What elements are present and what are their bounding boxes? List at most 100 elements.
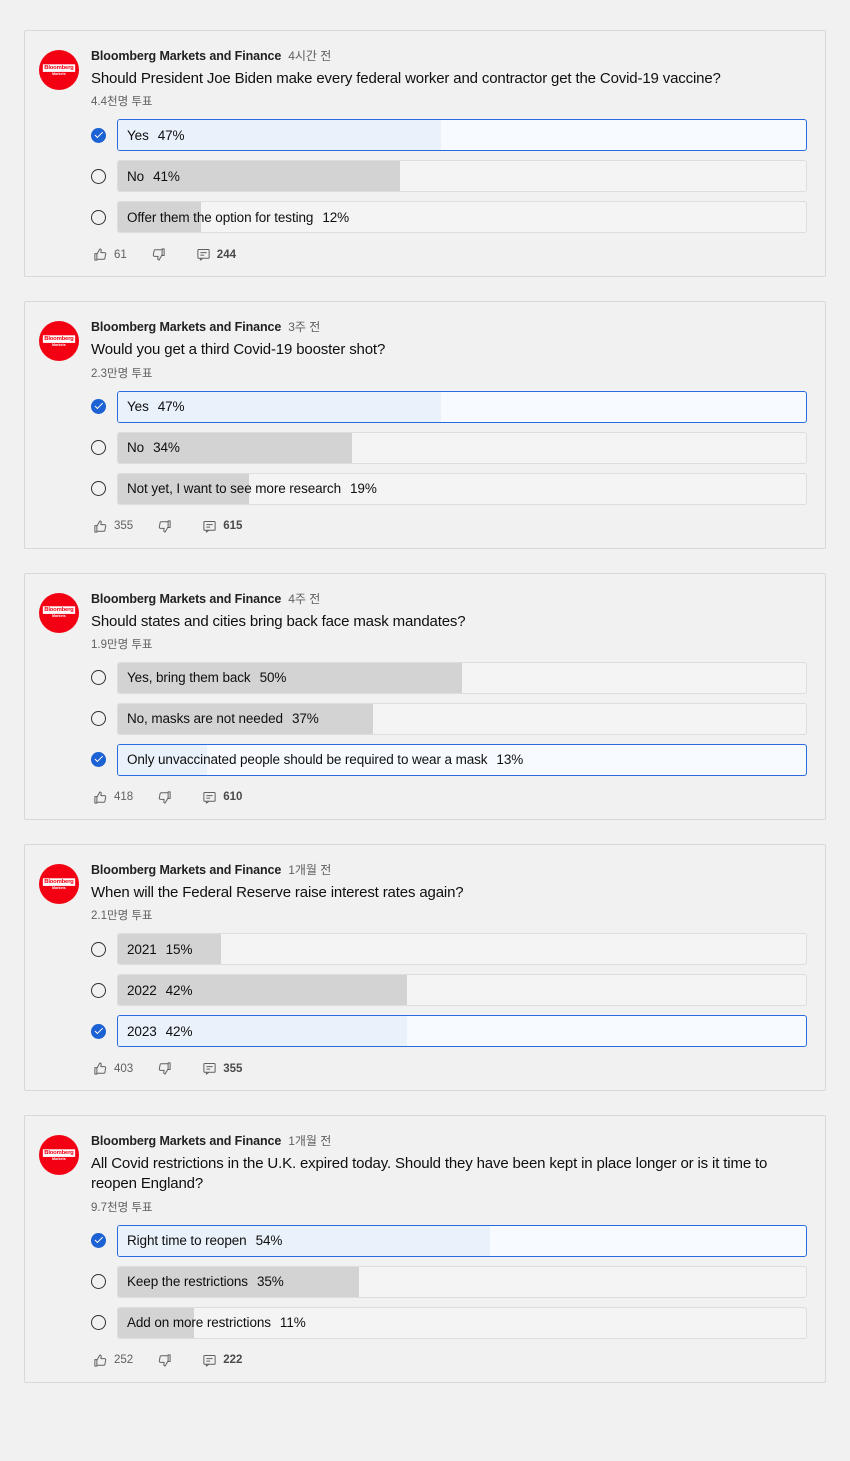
- avatar[interactable]: Bloomberg Markets: [39, 50, 79, 90]
- dislike-group[interactable]: [157, 1061, 178, 1076]
- poll-option-bar[interactable]: Yes 47%: [117, 390, 807, 423]
- comment-group[interactable]: 615: [202, 519, 242, 534]
- thumbs-up-icon[interactable]: [93, 519, 108, 534]
- dislike-group[interactable]: [157, 519, 178, 534]
- thumbs-down-icon[interactable]: [157, 1061, 172, 1076]
- avatar[interactable]: Bloomberg Markets: [39, 1135, 79, 1175]
- poll-option-row[interactable]: Offer them the option for testing 12%: [91, 201, 807, 234]
- poll-option-row[interactable]: 2022 42%: [91, 974, 807, 1006]
- poll-option-bar[interactable]: 2023 42%: [117, 1015, 807, 1047]
- radio-unchecked-icon[interactable]: [91, 711, 106, 727]
- thumbs-down-icon[interactable]: [157, 1353, 172, 1368]
- poll-option-bar[interactable]: Yes, bring them back 50%: [117, 661, 807, 694]
- bloomberg-logo-icon: Bloomberg Markets: [42, 877, 76, 890]
- radio-unchecked-icon[interactable]: [91, 440, 106, 455]
- radio-unchecked-icon[interactable]: [91, 670, 106, 686]
- poll-option-row[interactable]: No, masks are not needed 37%: [91, 702, 807, 735]
- poll-option-text: Only unvaccinated people should be requi…: [118, 752, 523, 767]
- thumbs-up-icon[interactable]: [93, 247, 108, 262]
- poll-option-row[interactable]: Only unvaccinated people should be requi…: [91, 743, 807, 776]
- poll-option-bar[interactable]: 2022 42%: [117, 974, 807, 1006]
- comment-icon[interactable]: [202, 790, 217, 805]
- poll-option-bar[interactable]: 2021 15%: [117, 933, 807, 965]
- comment-count: 244: [216, 248, 236, 261]
- poll-option-bar[interactable]: Add on more restrictions 11%: [117, 1306, 807, 1339]
- poll-meta: Bloomberg Markets and Finance 4주 전: [91, 590, 807, 607]
- like-group[interactable]: 252: [93, 1353, 133, 1368]
- channel-name[interactable]: Bloomberg Markets and Finance: [91, 592, 281, 606]
- poll-option-row[interactable]: Yes 47%: [91, 119, 807, 152]
- poll-option-row[interactable]: No 34%: [91, 431, 807, 464]
- avatar[interactable]: Bloomberg Markets: [39, 592, 79, 633]
- radio-unchecked-icon[interactable]: [91, 168, 106, 184]
- poll-option-bar[interactable]: Right time to reopen 54%: [117, 1224, 807, 1257]
- comment-icon[interactable]: [202, 519, 217, 534]
- avatar[interactable]: Bloomberg Markets: [39, 321, 79, 362]
- radio-unchecked-icon[interactable]: [91, 1315, 106, 1330]
- poll-option-row[interactable]: No 41%: [91, 160, 807, 193]
- poll-option-bar[interactable]: Not yet, I want to see more research 19%: [117, 472, 807, 505]
- poll-body: Bloomberg Markets and Finance 3주 전 Would y…: [91, 318, 807, 533]
- thumbs-down-icon[interactable]: [157, 790, 172, 805]
- dislike-group[interactable]: [157, 790, 178, 805]
- check-circle-icon[interactable]: [91, 127, 106, 143]
- dislike-group[interactable]: [151, 247, 172, 262]
- channel-name[interactable]: Bloomberg Markets and Finance: [91, 1134, 281, 1148]
- poll-option-percent: 41%: [153, 168, 180, 184]
- poll-option-bar[interactable]: Offer them the option for testing 12%: [117, 201, 807, 234]
- thumbs-up-icon[interactable]: [93, 1061, 108, 1076]
- check-circle-icon[interactable]: [91, 1023, 106, 1039]
- poll-option-row[interactable]: Right time to reopen 54%: [91, 1224, 807, 1257]
- poll-option-bar[interactable]: Keep the restrictions 35%: [117, 1265, 807, 1298]
- poll-option-label: No: [127, 440, 145, 455]
- poll-option-row[interactable]: 2023 42%: [91, 1015, 807, 1047]
- poll-option-bar[interactable]: No 41%: [117, 160, 807, 193]
- check-circle-icon[interactable]: [91, 1233, 106, 1248]
- radio-unchecked-icon[interactable]: [91, 941, 106, 957]
- poll-option-row[interactable]: Add on more restrictions 11%: [91, 1306, 807, 1339]
- poll-option-bar[interactable]: Only unvaccinated people should be requi…: [117, 743, 807, 776]
- radio-unchecked-icon[interactable]: [91, 982, 106, 998]
- comment-group[interactable]: 222: [202, 1353, 242, 1368]
- radio-unchecked-icon[interactable]: [91, 209, 106, 225]
- check-circle-icon[interactable]: [91, 399, 106, 414]
- poll-option-row[interactable]: Keep the restrictions 35%: [91, 1265, 807, 1298]
- channel-name[interactable]: Bloomberg Markets and Finance: [91, 320, 281, 334]
- bloomberg-logo-icon: Bloomberg Markets: [42, 606, 76, 619]
- radio-unchecked-icon[interactable]: [91, 1274, 106, 1289]
- like-group[interactable]: 403: [93, 1061, 133, 1076]
- like-group[interactable]: 355: [93, 519, 133, 534]
- comment-icon[interactable]: [202, 1353, 217, 1368]
- comment-icon[interactable]: [202, 1061, 217, 1076]
- thumbs-down-icon[interactable]: [157, 519, 172, 534]
- poll-option-bar[interactable]: No, masks are not needed 37%: [117, 702, 807, 735]
- channel-name[interactable]: Bloomberg Markets and Finance: [91, 49, 281, 63]
- poll-body: Bloomberg Markets and Finance 1개월 전 When w…: [91, 861, 807, 1076]
- poll-option-row[interactable]: Yes, bring them back 50%: [91, 661, 807, 694]
- like-count: 252: [114, 1354, 134, 1366]
- comment-group[interactable]: 610: [202, 790, 242, 805]
- comment-group[interactable]: 355: [202, 1061, 242, 1076]
- poll-option-percent: 34%: [153, 440, 180, 455]
- radio-unchecked-icon[interactable]: [91, 481, 106, 496]
- poll-option-row[interactable]: Yes 47%: [91, 390, 807, 423]
- poll-option-percent: 54%: [255, 1233, 283, 1248]
- poll-option-text: No, masks are not needed 37%: [118, 711, 319, 726]
- poll-option-bar[interactable]: Yes 47%: [117, 119, 807, 152]
- comment-icon[interactable]: [196, 247, 211, 262]
- like-group[interactable]: 418: [93, 790, 133, 805]
- poll-option-row[interactable]: Not yet, I want to see more research 19%: [91, 472, 807, 505]
- check-circle-icon[interactable]: [91, 752, 106, 768]
- dislike-group[interactable]: [157, 1353, 178, 1368]
- thumbs-up-icon[interactable]: [93, 1353, 108, 1368]
- poll-option-bar[interactable]: No 34%: [117, 431, 807, 464]
- poll-option-row[interactable]: 2021 15%: [91, 933, 807, 965]
- thumbs-up-icon[interactable]: [93, 790, 108, 805]
- like-group[interactable]: 61: [93, 247, 127, 262]
- avatar[interactable]: Bloomberg Markets: [39, 863, 79, 904]
- thumbs-down-icon[interactable]: [151, 247, 166, 262]
- comment-group[interactable]: 244: [196, 247, 236, 262]
- poll-options: Yes 47% No 34% Not yet, I want to see more r…: [91, 390, 807, 505]
- poll-vote-count: 4.4천명 투표: [91, 96, 153, 109]
- channel-name[interactable]: Bloomberg Markets and Finance: [91, 863, 281, 877]
